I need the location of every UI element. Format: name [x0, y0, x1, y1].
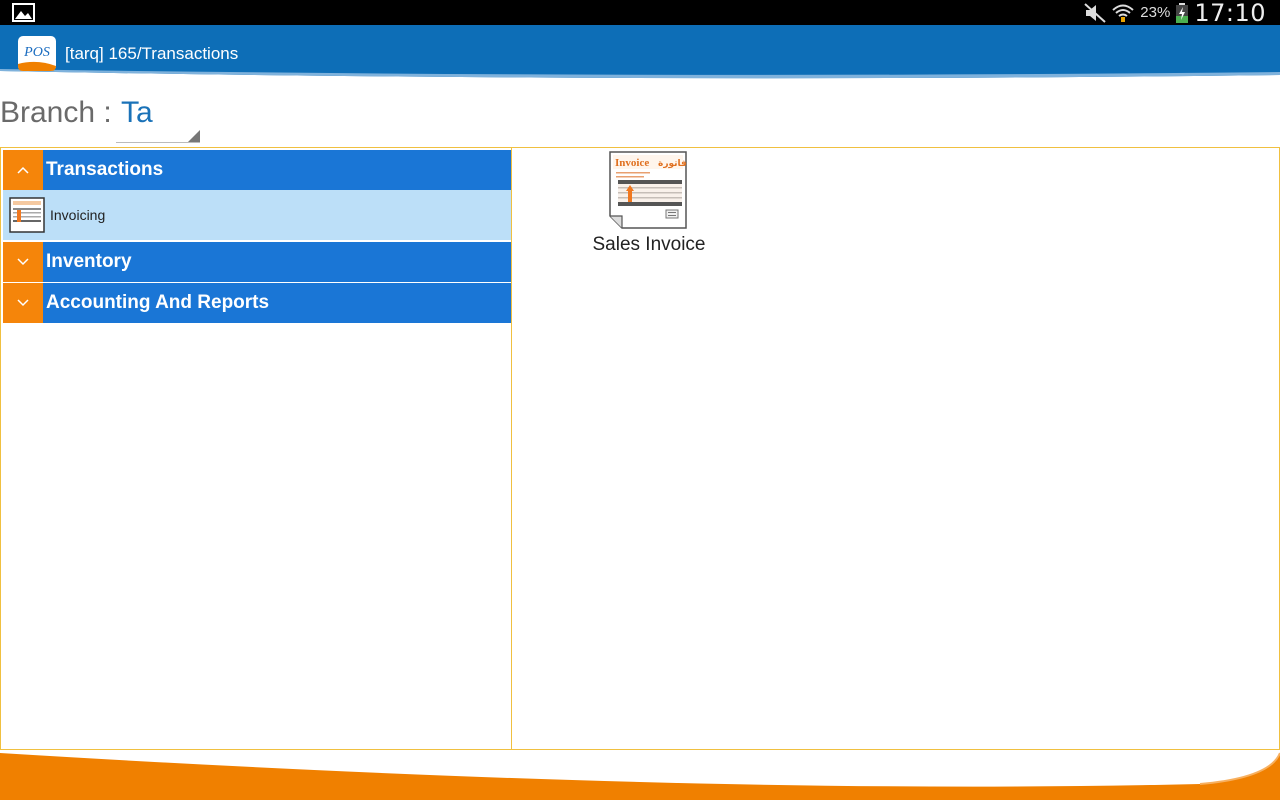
menu-panel: Transactions Invoicing Inventory Account…	[0, 147, 512, 750]
wifi-icon	[1112, 4, 1134, 22]
battery-percent: 23%	[1140, 4, 1171, 21]
sales-invoice-tile[interactable]: Invoice فاتورة Sales Invoice	[588, 150, 710, 262]
spinner-caret-icon	[188, 130, 200, 142]
invoice-icon: Invoice فاتورة	[609, 151, 687, 229]
gallery-notification-icon	[12, 3, 35, 22]
chevron-down-icon[interactable]	[3, 283, 43, 323]
group-label: Inventory	[46, 251, 132, 272]
content-panel: Invoice فاتورة Sales Invoice	[511, 147, 1280, 750]
branch-label: Branch :	[0, 96, 112, 129]
chevron-up-icon[interactable]	[3, 150, 43, 190]
svg-text:Invoice: Invoice	[615, 157, 649, 169]
svg-text:فاتورة: فاتورة	[658, 159, 687, 169]
menu-item-label: Invoicing	[50, 207, 106, 223]
action-bar: POS [tarq] 165/Transactions	[0, 25, 1280, 82]
branch-value: Ta	[121, 96, 153, 129]
clock: 17:10	[1194, 0, 1266, 27]
group-accounting-and-reports[interactable]: Accounting And Reports	[3, 283, 511, 323]
menu-item-invoicing[interactable]: Invoicing	[3, 190, 511, 240]
branch-spinner[interactable]: Ta	[116, 96, 200, 143]
svg-text:POS: POS	[23, 45, 50, 60]
battery-charging-icon	[1176, 2, 1189, 23]
spinner-underline	[116, 142, 200, 143]
group-inventory[interactable]: Inventory	[3, 242, 511, 282]
group-label: Accounting And Reports	[46, 292, 270, 313]
status-bar: 23% 17:10	[0, 0, 1280, 27]
mute-icon	[1084, 2, 1106, 23]
group-label: Transactions	[46, 159, 164, 180]
footer-wave	[0, 750, 1280, 800]
tile-label: Sales Invoice	[592, 234, 706, 255]
invoice-icon	[9, 197, 45, 233]
chevron-down-icon[interactable]	[3, 242, 43, 282]
group-transactions[interactable]: Transactions	[3, 150, 511, 190]
app-logo-icon[interactable]: POS	[17, 35, 57, 72]
screen-title: [tarq] 165/Transactions	[65, 44, 239, 63]
